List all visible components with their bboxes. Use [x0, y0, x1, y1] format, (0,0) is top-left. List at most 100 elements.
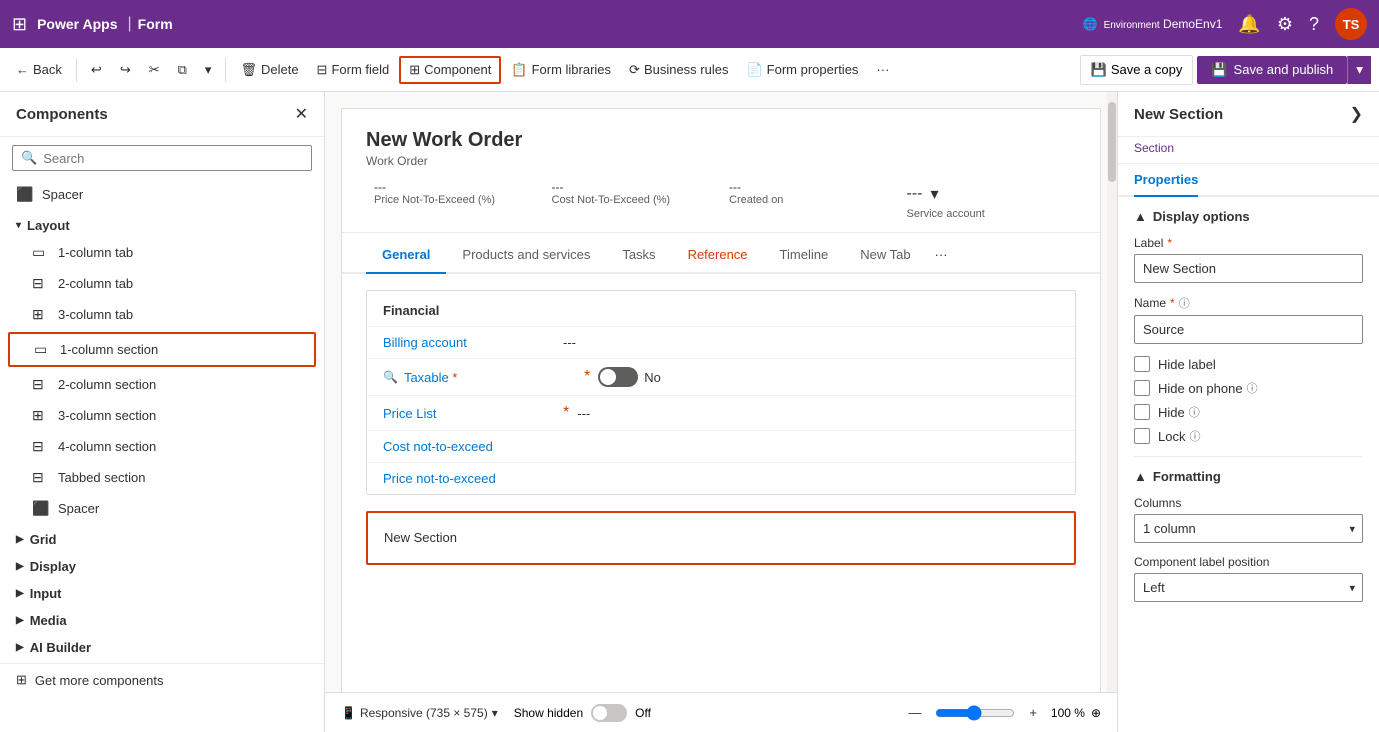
tab-general[interactable]: General	[366, 237, 446, 274]
tab-properties[interactable]: Properties	[1134, 164, 1198, 197]
new-section-block[interactable]: New Section	[366, 511, 1076, 565]
rp-tabs: Properties	[1118, 164, 1379, 197]
paste-dropdown-button[interactable]: ▾	[197, 58, 220, 82]
tab-tasks[interactable]: Tasks	[606, 237, 671, 274]
save-publish-group: 💾 Save and publish ▾	[1197, 56, 1371, 84]
sidebar-item-3-column-tab[interactable]: ⊞ 3-column tab	[0, 299, 324, 330]
sidebar-group-media[interactable]: ▶ Media	[0, 605, 324, 632]
avatar[interactable]: TS	[1335, 8, 1367, 40]
2-col-section-label: 2-column section	[58, 377, 156, 392]
sidebar-item-spacer-bottom[interactable]: ⬛ Spacer	[0, 493, 324, 524]
tab-new-tab[interactable]: New Tab	[844, 237, 926, 274]
sidebar-group-grid[interactable]: ▶ Grid	[0, 524, 324, 551]
billing-account-value: ---	[563, 335, 1059, 350]
taxable-search-icon: 🔍	[383, 370, 398, 384]
field-service-expand: --- ▾	[907, 180, 1069, 208]
lock-checkbox[interactable]	[1134, 428, 1150, 444]
zoom-slider[interactable]	[935, 705, 1015, 721]
hide-on-phone-checkbox[interactable]	[1134, 380, 1150, 396]
copy-icon: ⧉	[178, 62, 187, 78]
sidebar-item-spacer-top[interactable]: ⬛ Spacer	[0, 179, 324, 210]
delete-button[interactable]: 🗑 Delete	[232, 58, 306, 82]
help-icon[interactable]: ?	[1309, 14, 1319, 35]
sidebar-item-1-column-tab[interactable]: ▭ 1-column tab	[0, 237, 324, 268]
cost-exceed-label[interactable]: Cost not-to-exceed	[383, 439, 563, 454]
sidebar-group-display[interactable]: ▶ Display	[0, 551, 324, 578]
show-hidden-state: Off	[635, 706, 651, 720]
topbar: ⊞ Power Apps | Form 🌐 Environment DemoEn…	[0, 0, 1379, 48]
rp-expand-button[interactable]: ❯	[1350, 104, 1363, 124]
name-input[interactable]	[1134, 315, 1363, 344]
back-button[interactable]: ← Back	[8, 58, 70, 81]
redo-button[interactable]: ↪	[112, 58, 139, 82]
zoom-wrap: — + 100 % ⊕	[900, 701, 1101, 724]
hide-checkbox[interactable]	[1134, 404, 1150, 420]
formatting-section: ▲ Formatting	[1134, 469, 1363, 484]
formatting-label: Formatting	[1153, 469, 1221, 484]
zoom-in-button[interactable]: +	[1021, 701, 1045, 724]
save-publish-dropdown[interactable]: ▾	[1347, 56, 1371, 84]
cut-button[interactable]: ✂	[141, 58, 168, 82]
field-cost-not-to-exceed: Cost not-to-exceed	[367, 430, 1075, 462]
sidebar-item-2-column-section[interactable]: ⊟ 2-column section	[0, 369, 324, 400]
cmd-separator-2	[225, 58, 226, 82]
lock-info-icon: ⓘ	[1189, 428, 1200, 444]
tab-reference[interactable]: Reference	[672, 237, 764, 274]
price-exceed-label[interactable]: Price not-to-exceed	[383, 471, 563, 486]
get-more-components[interactable]: ⊞ Get more components	[0, 663, 324, 696]
sidebar-group-layout[interactable]: ▾ Layout	[0, 210, 324, 237]
sidebar-group-ai-builder[interactable]: ▶ AI Builder	[0, 632, 324, 659]
more-options-button[interactable]: ···	[868, 58, 897, 81]
taxable-toggle[interactable]	[598, 367, 638, 387]
form-field-button[interactable]: ⊟ Form field	[309, 58, 398, 82]
field-price-value: ---	[374, 180, 536, 194]
env-label: Environment	[1104, 20, 1160, 31]
more-icon: ···	[876, 62, 889, 77]
form-properties-button[interactable]: 📄 Form properties	[738, 58, 866, 82]
sidebar-item-2-column-tab[interactable]: ⊟ 2-column tab	[0, 268, 324, 299]
sidebar-group-input[interactable]: ▶ Input	[0, 578, 324, 605]
grid-icon[interactable]: ⊞	[12, 14, 27, 35]
field-service-label: Service account	[907, 208, 1069, 220]
sidebar-search-box[interactable]: 🔍	[12, 145, 312, 171]
display-group-label: Display	[30, 559, 76, 574]
rp-subtitle: Section	[1118, 137, 1379, 164]
columns-select[interactable]: 1 column 2 columns 3 columns 4 columns	[1134, 514, 1363, 543]
tab-timeline[interactable]: Timeline	[764, 237, 845, 274]
undo-button[interactable]: ↩	[83, 58, 110, 82]
tab-more[interactable]: ···	[927, 237, 956, 272]
hide-label-checkbox[interactable]	[1134, 356, 1150, 372]
layout-group-label: Layout	[27, 218, 70, 233]
business-rules-button[interactable]: ⟳ Business rules	[621, 58, 736, 82]
rp-columns-field: Columns 1 column 2 columns 3 columns 4 c…	[1134, 496, 1363, 543]
responsive-icon: 📱	[341, 706, 356, 720]
grid-chevron-icon: ▶	[16, 534, 24, 545]
show-hidden-toggle[interactable]	[591, 704, 627, 722]
save-publish-button[interactable]: 💾 Save and publish	[1197, 56, 1347, 84]
taxable-label[interactable]: Taxable	[404, 370, 584, 385]
zoom-out-button[interactable]: —	[900, 701, 929, 724]
get-more-icon: ⊞	[16, 672, 27, 688]
canvas-scrollbar[interactable]	[1107, 92, 1117, 692]
form-libraries-button[interactable]: 📋 Form libraries	[503, 58, 619, 82]
price-list-label[interactable]: Price List	[383, 406, 563, 421]
gear-icon[interactable]: ⚙	[1277, 14, 1293, 35]
sidebar-close-button[interactable]: ✕	[295, 104, 308, 124]
sidebar-item-1-column-section[interactable]: ▭ 1-column section	[8, 332, 316, 367]
section-financial-title: Financial	[367, 291, 1075, 326]
component-button[interactable]: ⊞ Component	[399, 56, 501, 84]
sidebar-item-tabbed-section[interactable]: ⊟ Tabbed section	[0, 462, 324, 493]
label-input[interactable]	[1134, 254, 1363, 283]
save-copy-button[interactable]: 💾 Save a copy	[1080, 55, 1194, 85]
bell-icon[interactable]: 🔔	[1238, 14, 1260, 35]
responsive-button[interactable]: 📱 Responsive (735 × 575) ▾	[341, 706, 498, 720]
new-section-label: New Section	[384, 530, 457, 545]
position-select[interactable]: Left Top Right	[1134, 573, 1363, 602]
tab-products[interactable]: Products and services	[446, 237, 606, 274]
billing-account-label[interactable]: Billing account	[383, 335, 563, 350]
sidebar-item-3-column-section[interactable]: ⊞ 3-column section	[0, 400, 324, 431]
sidebar-item-4-column-section[interactable]: ⊟ 4-column section	[0, 431, 324, 462]
search-input[interactable]	[43, 151, 303, 166]
copy-button[interactable]: ⧉	[170, 58, 195, 82]
tabbed-section-icon: ⊟	[32, 469, 50, 486]
